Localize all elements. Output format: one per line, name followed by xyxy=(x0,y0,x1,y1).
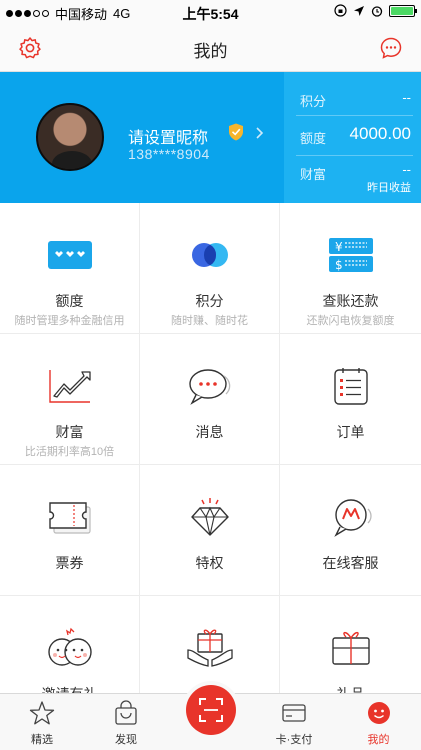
message-icon xyxy=(188,369,230,405)
grid-subtitle: 还款闪电恢复额度 xyxy=(306,315,395,327)
bag-icon xyxy=(115,700,137,725)
tab-label: 精选 xyxy=(31,734,53,746)
grid-item-orders[interactable]: 订单 xyxy=(280,334,421,465)
grid-item-credit[interactable]: 额度 随时管理多种金融信用 xyxy=(0,203,140,334)
tab-label: 卡·支付 xyxy=(275,734,313,746)
nav-bar: 我的 xyxy=(0,24,421,72)
grid-title: 查账还款 xyxy=(322,293,379,309)
tab-me[interactable]: 我的 xyxy=(336,694,421,750)
stat-label: 额度 xyxy=(300,131,327,146)
message-bubble-icon[interactable] xyxy=(379,36,403,60)
grid-item-invite[interactable]: 邀请有礼 xyxy=(0,596,140,693)
stat-value: -- xyxy=(402,90,411,105)
svg-text:$: $ xyxy=(335,258,343,272)
battery-icon xyxy=(389,4,417,17)
grid-title: 财富 xyxy=(55,424,84,440)
stat-label: 积分 xyxy=(300,94,327,109)
nickname[interactable]: 请设置昵称 xyxy=(128,124,208,148)
customer-service-icon xyxy=(333,499,372,537)
location-icon xyxy=(354,5,364,16)
credit-card-icon xyxy=(47,241,92,269)
grid-item-points[interactable]: 积分 随时赚、随时花 xyxy=(140,203,280,334)
feature-grid: 额度 随时管理多种金融信用 积分 随时赚、随时花 ¥ $ 查账还款 还款闪电恢复… xyxy=(0,203,421,693)
page-title: 我的 xyxy=(193,42,228,61)
tab-card-pay[interactable]: 卡·支付 xyxy=(252,694,336,750)
stats-panel: 积分 -- 额度 4000.00 财富 -- 昨日收益 xyxy=(284,72,421,203)
tab-label: 发现 xyxy=(115,734,137,746)
grid-item-privileges[interactable]: 特权 xyxy=(140,465,280,596)
profile-card[interactable]: 请设置昵称 138****8904 积分 -- 额度 4000.00 财富 --… xyxy=(0,72,421,203)
diamond-icon xyxy=(190,498,229,536)
stat-value: 4000.00 xyxy=(349,124,411,143)
grid-title: 订单 xyxy=(336,424,365,440)
grid-subtitle: 比活期利率高10倍 xyxy=(24,446,115,458)
me-icon xyxy=(367,702,390,724)
phone-number: 138****8904 xyxy=(128,146,210,162)
bill-icon: ¥ $ xyxy=(328,238,373,272)
ticket-icon xyxy=(48,502,91,534)
grid-title: 礼品 xyxy=(280,684,421,693)
grid-title: 积分 xyxy=(195,293,224,309)
invite-icon xyxy=(47,627,92,666)
orientation-lock-icon xyxy=(334,4,347,17)
grid-title: 票券 xyxy=(55,555,84,571)
grid-item-gifts[interactable]: 礼品 xyxy=(280,596,421,693)
grid-item-customer-service[interactable]: 在线客服 xyxy=(280,465,421,596)
grid-subtitle: 随时管理多种金融信用 xyxy=(14,315,125,327)
grid-subtitle: 随时赚、随时花 xyxy=(171,315,248,327)
grid-title: 特权 xyxy=(195,555,224,571)
tab-label: 我的 xyxy=(367,734,390,746)
stat-value: -- xyxy=(402,162,411,177)
stat-label: 财富 xyxy=(300,167,327,182)
stat-points[interactable]: 积分 -- xyxy=(296,82,413,116)
star-icon xyxy=(29,701,55,725)
scan-button[interactable] xyxy=(186,685,236,735)
tab-discover[interactable]: 发现 xyxy=(84,694,168,750)
grid-item-wealth[interactable]: 财富 比活期利率高10倍 xyxy=(0,334,140,465)
svg-text:¥: ¥ xyxy=(335,240,343,254)
points-icon xyxy=(191,243,228,267)
wealth-subtitle: 昨日收益 xyxy=(367,182,411,194)
scan-icon xyxy=(199,698,223,722)
order-icon xyxy=(333,368,368,405)
grid-title: 额度 xyxy=(55,293,84,309)
tab-featured[interactable]: 精选 xyxy=(0,694,84,750)
gift-hands-icon xyxy=(186,629,233,667)
grid-item-bill[interactable]: ¥ $ 查账还款 还款闪电恢复额度 xyxy=(280,203,421,334)
grid-item-messages[interactable]: 消息 xyxy=(140,334,280,465)
alarm-icon xyxy=(371,5,383,17)
gift-box-icon xyxy=(331,631,370,665)
grid-item-tickets[interactable]: 票券 xyxy=(0,465,140,596)
shield-icon xyxy=(229,123,243,141)
wealth-chart-icon xyxy=(48,370,91,403)
grid-item-gift-hands[interactable] xyxy=(140,596,280,693)
grid-title: 邀请有礼 xyxy=(0,684,139,693)
stat-credit[interactable]: 额度 4000.00 xyxy=(296,116,413,156)
avatar[interactable] xyxy=(36,103,104,171)
grid-title: 消息 xyxy=(195,424,224,440)
card-icon xyxy=(282,704,306,722)
status-right xyxy=(334,4,417,17)
status-bar: 中国移动 4G 上午5:54 xyxy=(0,0,421,24)
grid-title: 在线客服 xyxy=(322,555,379,571)
chevron-right-icon[interactable] xyxy=(255,127,264,139)
